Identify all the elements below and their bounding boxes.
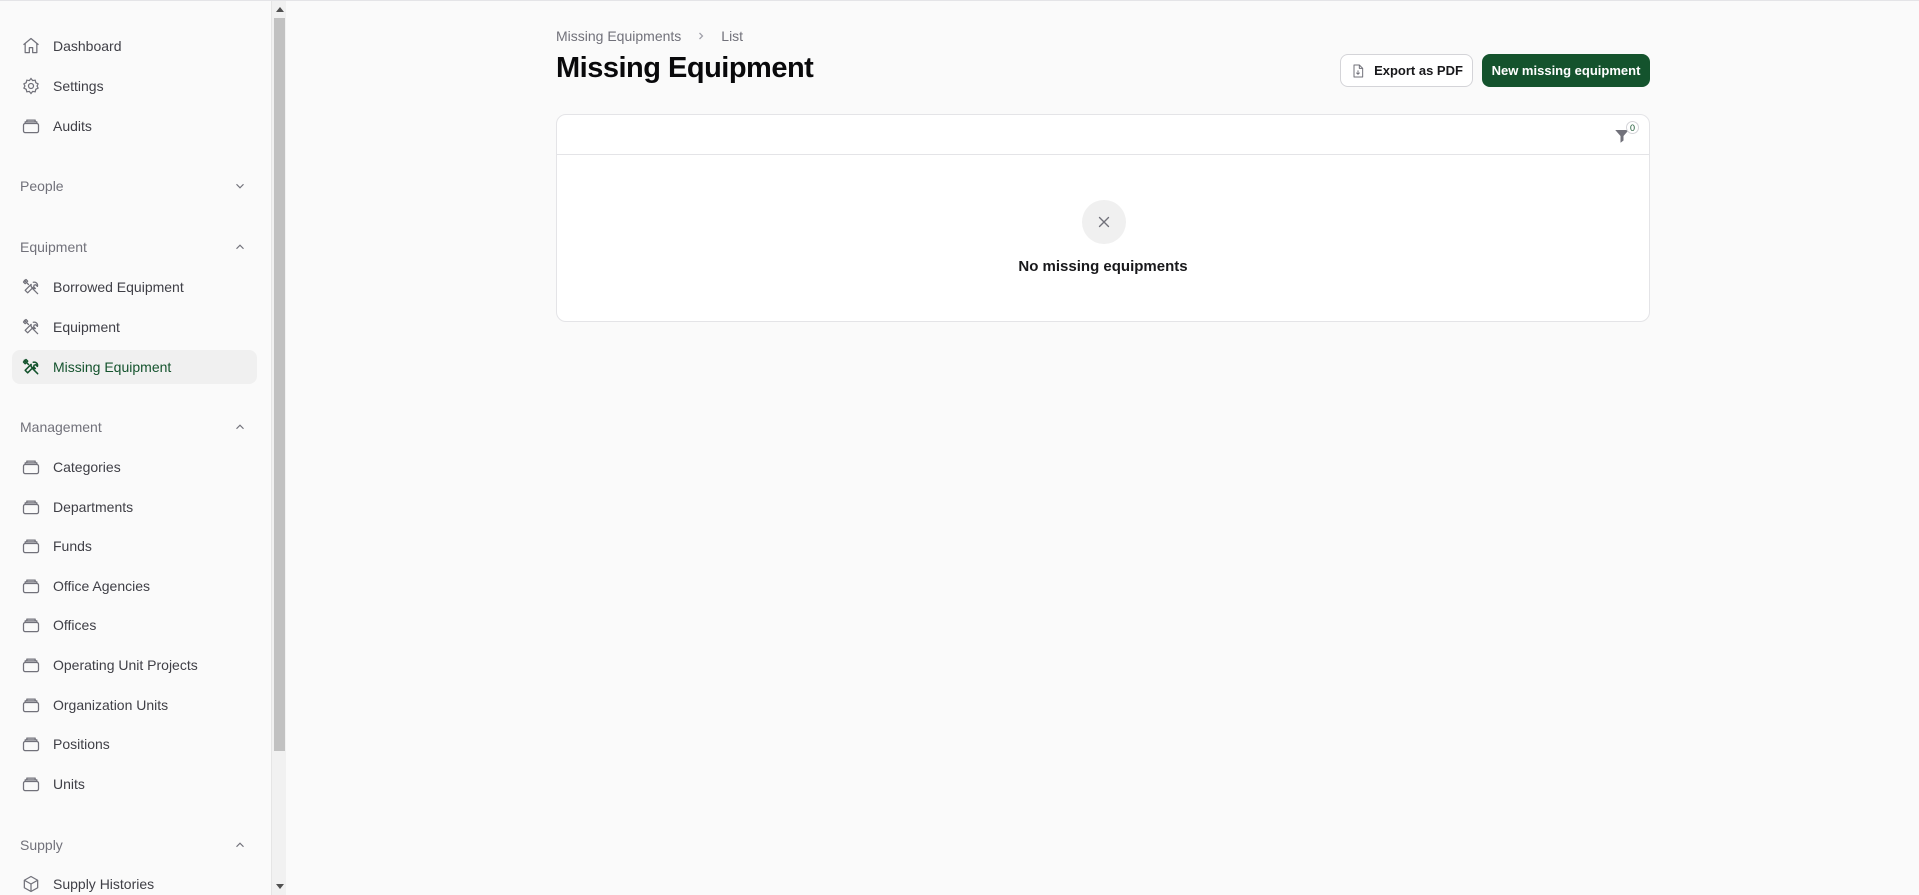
document-icon (1350, 63, 1366, 79)
chevron-down-icon (233, 179, 247, 193)
sidebar-item-label: Positions (53, 736, 110, 752)
sidebar-item-label: Missing Equipment (53, 359, 172, 375)
sidebar-item-label: Borrowed Equipment (53, 279, 184, 295)
filter-button[interactable]: 0 (1611, 121, 1639, 147)
sidebar-item-departments[interactable]: Departments (12, 490, 257, 524)
sidebar-item-operating-unit-projects[interactable]: Operating Unit Projects (12, 648, 257, 682)
tools-icon (21, 277, 41, 297)
breadcrumb-parent-link[interactable]: Missing Equipments (556, 28, 681, 44)
table-toolbar: 0 (557, 115, 1649, 155)
chevron-up-icon (233, 420, 247, 434)
stack-icon (21, 457, 41, 477)
chevron-right-icon (695, 30, 707, 42)
stack-icon (21, 655, 41, 675)
sidebar-item-label: Equipment (53, 319, 120, 335)
sidebar-item-label: Supply Histories (53, 876, 155, 892)
sidebar-item-funds[interactable]: Funds (12, 529, 257, 563)
empty-state-close-icon (1082, 200, 1126, 244)
breadcrumb: Missing Equipments List (556, 28, 743, 44)
group-label: People (20, 178, 64, 194)
group-supply[interactable]: Supply (12, 830, 257, 860)
filter-count-badge: 0 (1626, 121, 1639, 134)
sidebar-scrollbar[interactable] (271, 1, 286, 895)
new-missing-equipment-button[interactable]: New missing equipment (1482, 54, 1650, 87)
sidebar-item-label: Categories (53, 459, 121, 475)
sidebar-item-audits[interactable]: Audits (12, 109, 257, 143)
sidebar-item-supply-histories[interactable]: Supply Histories (12, 867, 257, 895)
sidebar-item-organization-units[interactable]: Organization Units (12, 688, 257, 722)
sidebar-item-dashboard[interactable]: Dashboard (12, 29, 257, 63)
empty-state-message: No missing equipments (1018, 258, 1188, 275)
sidebar-item-label: Departments (53, 499, 134, 515)
sidebar-item-equipment[interactable]: Equipment (12, 310, 257, 344)
export-pdf-button[interactable]: Export as PDF (1340, 54, 1473, 87)
group-equipment[interactable]: Equipment (12, 232, 257, 262)
sidebar-item-label: Operating Unit Projects (53, 657, 198, 673)
scroll-up-arrow-icon[interactable] (272, 1, 287, 16)
stack-icon (21, 116, 41, 136)
sidebar-item-positions[interactable]: Positions (12, 727, 257, 761)
sidebar-item-missing-equipment[interactable]: Missing Equipment (12, 350, 257, 384)
group-label: Management (20, 419, 102, 435)
scrollbar-thumb[interactable] (274, 18, 285, 751)
sidebar-item-label: Audits (53, 118, 92, 134)
stack-icon (21, 576, 41, 596)
sidebar-item-label: Settings (53, 78, 104, 94)
sidebar-item-settings[interactable]: Settings (12, 69, 257, 103)
stack-icon (21, 615, 41, 635)
chevron-up-icon (233, 838, 247, 852)
sidebar-item-label: Funds (53, 538, 92, 554)
sidebar-item-offices[interactable]: Offices (12, 608, 257, 642)
sidebar-item-label: Dashboard (53, 38, 122, 54)
scroll-down-arrow-icon[interactable] (272, 879, 287, 894)
sidebar-item-categories[interactable]: Categories (12, 450, 257, 484)
page-title: Missing Equipment (556, 52, 814, 84)
sidebar-item-office-agencies[interactable]: Office Agencies (12, 569, 257, 603)
stack-icon (21, 536, 41, 556)
cube-icon (21, 874, 41, 894)
group-people[interactable]: People (12, 171, 257, 201)
sidebar-item-label: Organization Units (53, 697, 169, 713)
home-icon (21, 36, 41, 56)
settings-icon (21, 76, 41, 96)
group-label: Equipment (20, 239, 87, 255)
group-management[interactable]: Management (12, 412, 257, 442)
sidebar-item-label: Office Agencies (53, 578, 151, 594)
stack-icon (21, 695, 41, 715)
tools-icon (21, 317, 41, 337)
new-missing-equipment-label: New missing equipment (1491, 63, 1641, 78)
top-border (0, 0, 1919, 1)
breadcrumb-current: List (721, 28, 744, 44)
export-pdf-label: Export as PDF (1374, 63, 1463, 78)
stack-icon (21, 497, 41, 517)
sidebar-item-label: Offices (53, 617, 97, 633)
chevron-up-icon (233, 240, 247, 254)
stack-icon (21, 734, 41, 754)
stack-icon (21, 774, 41, 794)
group-label: Supply (20, 837, 63, 853)
sidebar: Dashboard Settings Audits People Equipme… (0, 1, 271, 895)
sidebar-item-units[interactable]: Units (12, 767, 257, 801)
sidebar-item-borrowed-equipment[interactable]: Borrowed Equipment (12, 270, 257, 304)
missing-equipment-table: 0 No missing equipments (556, 114, 1650, 322)
tools-icon (21, 357, 41, 377)
sidebar-item-label: Units (53, 776, 85, 792)
